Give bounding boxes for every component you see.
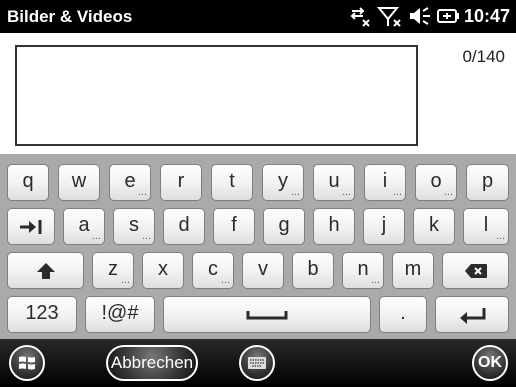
key-label: j	[381, 214, 387, 236]
key-label: c	[208, 258, 218, 280]
cancel-button[interactable]: Abbrechen	[106, 345, 198, 381]
key-label: o	[430, 170, 442, 192]
key-a[interactable]: a...	[63, 208, 105, 245]
key-label: a	[78, 214, 90, 236]
alternate-chars-indicator: ...	[91, 230, 101, 242]
key-d[interactable]: d	[163, 208, 205, 245]
backspace-key[interactable]	[442, 252, 509, 289]
alternate-chars-indicator: ...	[120, 274, 130, 286]
key-y[interactable]: y...	[262, 164, 304, 201]
key-g[interactable]: g	[263, 208, 305, 245]
key-o[interactable]: o...	[415, 164, 457, 201]
key-label: d	[178, 214, 190, 236]
key-label: b	[307, 258, 319, 280]
shift-arrow-icon	[36, 262, 55, 279]
volume-icon	[410, 7, 430, 25]
key-f[interactable]: f	[213, 208, 255, 245]
key-q[interactable]: q	[7, 164, 49, 201]
key-m[interactable]: m	[392, 252, 434, 289]
key-label: h	[328, 214, 340, 236]
key-u[interactable]: u...	[313, 164, 355, 201]
enter-icon	[460, 307, 486, 324]
app-title: Bilder & Videos	[7, 7, 133, 26]
key-j[interactable]: j	[363, 208, 405, 245]
message-input[interactable]	[15, 45, 418, 146]
alternate-chars-indicator: ...	[443, 186, 453, 198]
key-label: p	[481, 170, 494, 192]
ok-label: OK	[478, 354, 502, 371]
shift-key[interactable]	[7, 252, 84, 289]
key-b[interactable]: b	[292, 252, 334, 289]
space-bar-icon	[246, 310, 288, 319]
key-label: x	[158, 258, 168, 280]
key-label: k	[429, 214, 439, 236]
on-screen-keyboard: q w e... r t y... u... i... o... p a... …	[0, 154, 516, 339]
key-label: t	[229, 170, 235, 192]
alternate-chars-indicator: ...	[392, 186, 402, 198]
key-v[interactable]: v	[242, 252, 284, 289]
alternate-chars-indicator: ...	[141, 230, 151, 242]
battery-charging-icon	[437, 9, 459, 23]
alternate-chars-indicator: ...	[290, 186, 300, 198]
key-label: f	[231, 214, 237, 236]
numbers-key[interactable]: 123	[7, 296, 77, 333]
alternate-chars-indicator: ...	[495, 230, 505, 242]
keyboard-toggle-button[interactable]	[239, 345, 275, 381]
key-n[interactable]: n...	[342, 252, 384, 289]
key-r[interactable]: r	[160, 164, 202, 201]
key-t[interactable]: t	[211, 164, 253, 201]
space-key[interactable]	[163, 296, 371, 333]
alternate-chars-indicator: ...	[220, 274, 230, 286]
key-p[interactable]: p	[466, 164, 509, 201]
key-label: i	[382, 170, 388, 192]
alternate-chars-indicator: ...	[137, 186, 147, 198]
key-label: m	[404, 258, 422, 280]
key-label: q	[22, 170, 34, 192]
clock: 10:47	[463, 6, 510, 26]
alternate-chars-indicator: ...	[341, 186, 351, 198]
key-label: u	[328, 170, 340, 192]
start-button[interactable]	[9, 345, 45, 381]
character-counter: 0/140	[462, 47, 505, 66]
tab-icon	[20, 219, 42, 234]
key-h[interactable]: h	[313, 208, 355, 245]
key-label: z	[108, 258, 118, 280]
bottom-toolbar: Abbrechen OK	[0, 339, 516, 387]
data-connection-off-icon	[350, 7, 370, 27]
symbols-key[interactable]: !@#	[85, 296, 155, 333]
key-k[interactable]: k	[413, 208, 455, 245]
windows-logo-icon	[19, 356, 35, 370]
backspace-icon	[464, 263, 487, 278]
key-e[interactable]: e...	[109, 164, 151, 201]
key-c[interactable]: c...	[192, 252, 234, 289]
key-i[interactable]: i...	[364, 164, 406, 201]
key-label: y	[278, 170, 288, 192]
enter-key[interactable]	[435, 296, 509, 333]
key-label: r	[177, 170, 185, 192]
key-label: .	[400, 302, 406, 324]
cancel-label: Abbrechen	[110, 353, 194, 372]
tab-key[interactable]	[7, 208, 55, 245]
key-x[interactable]: x	[142, 252, 184, 289]
keyboard-icon	[248, 357, 266, 369]
key-s[interactable]: s...	[113, 208, 155, 245]
key-label: l	[483, 214, 489, 236]
key-w[interactable]: w	[58, 164, 100, 201]
key-label: !@#	[101, 302, 139, 324]
key-label: s	[129, 214, 139, 236]
key-label: 123	[25, 302, 59, 324]
key-label: e	[124, 170, 136, 192]
key-label: v	[258, 258, 268, 280]
ok-button[interactable]: OK	[472, 345, 508, 381]
alternate-chars-indicator: ...	[370, 274, 380, 286]
key-label: n	[357, 258, 369, 280]
key-z[interactable]: z...	[92, 252, 134, 289]
period-key[interactable]: .	[379, 296, 427, 333]
key-l[interactable]: l...	[463, 208, 509, 245]
status-bar: Bilder & Videos 10:47	[0, 0, 516, 33]
key-label: w	[71, 170, 87, 192]
signal-off-icon	[377, 7, 401, 27]
key-label: g	[278, 214, 290, 236]
